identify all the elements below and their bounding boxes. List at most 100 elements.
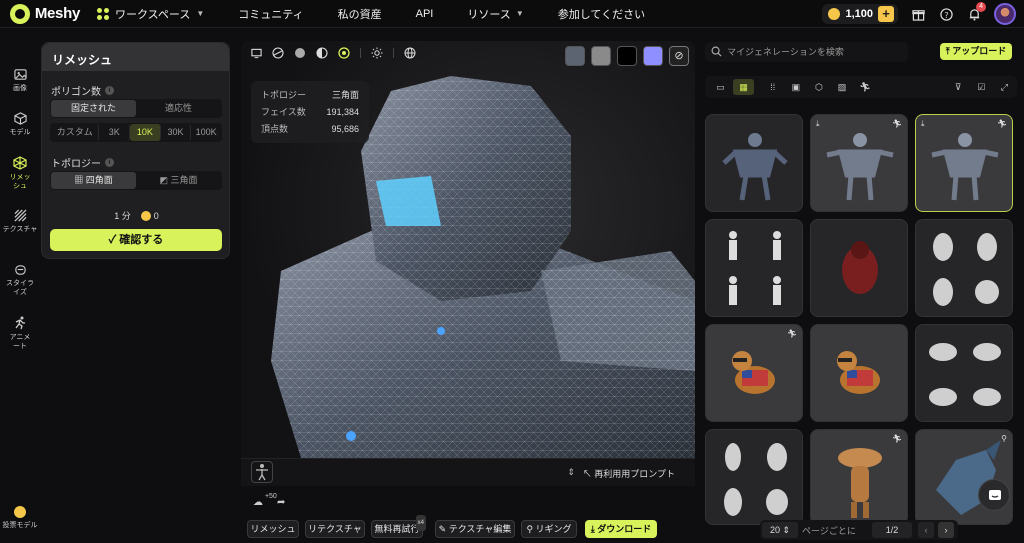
animation-icon[interactable]: 🏃︎ [892,119,902,128]
gallery-card-selected[interactable]: ⤓ 🏃︎ [915,114,1013,212]
retexture-button[interactable]: リテクスチャ [305,520,365,538]
nav-workspace[interactable]: ワークスペース ▼ [80,0,221,27]
solid-sphere-icon[interactable] [294,47,306,59]
swatch-black[interactable] [617,46,637,66]
expand-icon[interactable]: ⤢ [994,79,1015,95]
bell-icon[interactable]: 4 [966,2,986,22]
top-bar: Meshy ワークスペース ▼ コミュニティ 私の資産 API リソース ▼ 参… [0,0,1024,28]
per-page-select[interactable]: 20 ⇕ [762,522,798,538]
rail-item-model[interactable]: モデル [0,112,40,137]
folder-icon[interactable]: ▭ [710,79,731,95]
a-pose-figure-icon[interactable] [251,461,273,483]
select-icon[interactable]: ☑ [971,79,992,95]
gallery-card[interactable] [915,219,1013,317]
animation-icon[interactable]: 🏃︎ [997,119,1007,128]
swatch-lavender[interactable] [643,46,663,66]
rail-item-stylize[interactable]: スタイライズ [0,263,40,297]
monitor-icon[interactable] [251,48,262,59]
model-viewer[interactable]: ⊘ トポロジー 三角面 フェイス数 191,384 頂点数 95,686 [241,41,695,458]
nav-assets[interactable]: 私の資産 [321,0,399,27]
gift-icon[interactable] [910,6,926,22]
topology-option-quad-label: 四角面 [85,175,113,185]
credits-widget[interactable]: 1,100 + [822,4,898,24]
gallery-card[interactable] [705,114,803,212]
upload-button[interactable]: ⤒ アップロード [940,43,1012,60]
svg-text:?: ? [944,9,948,19]
shaded-sphere-icon[interactable] [316,47,328,59]
rigging-label: リギング [535,524,572,534]
download-icon[interactable]: ⤓ [816,119,820,129]
logo[interactable]: Meshy [0,3,80,24]
share-icon[interactable]: ➦ [277,497,285,508]
expand-toggle-icon[interactable]: ⇕ [567,467,575,478]
reuse-prompt-button[interactable]: ↖ 再利用用プロンプト [583,467,675,480]
download-icon[interactable]: ⤓ [921,119,925,129]
remesh-button[interactable]: リメッシュ [247,520,299,538]
avatar[interactable] [994,3,1016,25]
cube-filter-icon[interactable]: ⬡ [808,79,829,95]
page-indicator[interactable]: 1/2 [872,522,912,538]
nav-community[interactable]: コミュニティ [221,0,320,27]
image-filter-icon[interactable]: ▣ [785,79,806,95]
animation-icon[interactable]: 🏃︎ [787,329,797,338]
cloud-upload-icon: ☁ [253,497,263,508]
mode-option-adaptive[interactable]: 適応性 [136,100,221,117]
next-page-button[interactable]: › [938,522,954,538]
info-icon[interactable]: i [105,158,114,167]
gallery-card[interactable] [810,324,908,422]
texture-edit-button[interactable]: ✎ テクスチャ編集 [435,520,515,538]
chat-button[interactable] [978,479,1010,511]
sun-icon[interactable] [371,47,383,59]
confirm-button[interactable]: ✓ 確認する [50,229,222,251]
wireframe-sphere-icon[interactable] [272,47,284,59]
gallery-card[interactable]: 🏃︎ [810,429,908,525]
camera-off-icon[interactable]: ⊘ [669,46,689,66]
thumbnail-four-dogs [929,343,1001,406]
count-option-30k[interactable]: 30K [161,124,192,141]
viewer-footer: ⇕ ↖ 再利用用プロンプト [241,458,695,486]
swatch-gray[interactable] [591,46,611,66]
help-icon[interactable]: ? [938,6,954,22]
action-row: ☁ +50 ➦ リメッシュ リテクスチャ 無料再試行 x4 ✎ テクスチャ編集 … [241,488,695,543]
rail-item-remesh[interactable]: リメッシュ [0,156,40,191]
gallery-card[interactable] [705,219,803,317]
texture-filter-icon[interactable]: ▨ [831,79,852,95]
rail-item-image[interactable]: 画像 [0,68,40,93]
dots-grid-icon[interactable]: ⁞⁞ [762,79,783,95]
nav-resources[interactable]: リソース ▼ [450,0,540,27]
per-page-label: ページごとに [802,526,856,536]
gallery-card[interactable]: 🏃︎ [705,324,803,422]
rail-item-vote[interactable]: 投票モデル [0,506,40,530]
info-icon[interactable]: i [105,86,114,95]
boost-indicator[interactable]: ☁ +50 [253,493,277,508]
rail-item-texture[interactable]: テクスチャ [0,209,40,234]
gallery-card[interactable] [810,219,908,317]
grid-view-icon[interactable]: ▦ [733,79,755,95]
texture-sphere-icon[interactable] [338,47,350,59]
rail-item-animate[interactable]: アニメート [0,316,40,351]
mode-option-fixed[interactable]: 固定された [51,100,136,117]
gallery-card[interactable]: ⤓ 🏃︎ [810,114,908,212]
animation-icon[interactable]: 🏃︎ [892,434,902,443]
rigging-button[interactable]: ⚲ リギング [521,520,577,538]
globe-icon[interactable] [404,47,416,59]
gallery-card[interactable] [915,324,1013,422]
rig-icon[interactable]: ⚲ [1001,434,1007,443]
nav-join[interactable]: 参加してください [541,0,662,27]
search-input[interactable]: マイジェネレーションを検索 [705,42,908,62]
topology-option-tri[interactable]: ◩ 三角面 [136,172,221,189]
animation-filter-icon[interactable]: 🏃︎ [855,79,876,95]
count-option-10k[interactable]: 10K [130,124,161,141]
free-retry-button[interactable]: 無料再試行 x4 [371,515,426,538]
swatch-stone[interactable] [565,46,585,66]
nav-api[interactable]: API [399,0,451,27]
topology-option-quad[interactable]: ▦ 四角面 [51,172,136,189]
count-option-100k[interactable]: 100K [191,124,221,141]
download-button[interactable]: ⤓ ダウンロード [585,520,657,538]
filter-clear-icon[interactable]: ⊽ [948,79,969,95]
count-option-custom[interactable]: カスタム [51,124,100,141]
count-option-3k[interactable]: 3K [99,124,131,141]
add-credits-button[interactable]: + [878,6,894,22]
prev-page-button[interactable]: ‹ [918,522,934,538]
gallery-card[interactable] [705,429,803,525]
